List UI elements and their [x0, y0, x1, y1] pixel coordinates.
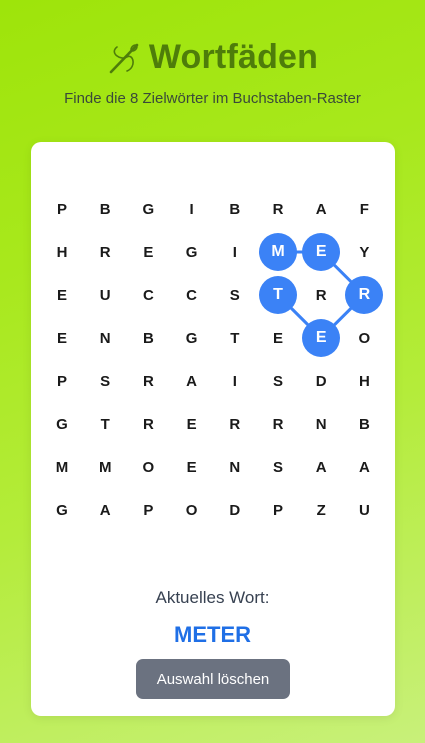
letter-cell[interactable]: P: [43, 362, 81, 400]
letter-cell[interactable]: M: [86, 448, 124, 486]
letter-cell[interactable]: T: [259, 276, 297, 314]
letter-cell[interactable]: E: [302, 319, 341, 357]
letter-cell[interactable]: N: [216, 448, 254, 486]
letter-cell[interactable]: S: [259, 362, 297, 400]
letter-cell[interactable]: P: [43, 190, 81, 228]
letter-cell[interactable]: R: [259, 405, 297, 443]
letter-cell[interactable]: E: [259, 319, 297, 357]
letter-cell[interactable]: M: [259, 233, 297, 271]
clear-selection-button[interactable]: Auswahl löschen: [136, 659, 290, 699]
letter-cell[interactable]: G: [173, 233, 211, 271]
letter-cell[interactable]: B: [86, 190, 124, 228]
letter-cell[interactable]: O: [173, 491, 211, 529]
letter-cell[interactable]: A: [173, 362, 211, 400]
letter-cell[interactable]: A: [86, 491, 124, 529]
letter-cell[interactable]: E: [173, 448, 211, 486]
current-word: METER: [174, 622, 251, 647]
letter-cell[interactable]: E: [43, 319, 81, 357]
letter-cell[interactable]: G: [43, 491, 81, 529]
letter-cell[interactable]: E: [43, 276, 81, 314]
letter-cell[interactable]: T: [86, 405, 124, 443]
letter-cell[interactable]: I: [173, 190, 211, 228]
letter-cell[interactable]: G: [173, 319, 211, 357]
letter-cell[interactable]: S: [259, 448, 297, 486]
letter-cell[interactable]: I: [216, 362, 254, 400]
letter-cell[interactable]: R: [216, 405, 254, 443]
letter-cell[interactable]: P: [259, 491, 297, 529]
title-row: Wortfäden: [0, 38, 425, 77]
letter-cell[interactable]: T: [216, 319, 254, 357]
letter-cell[interactable]: N: [302, 405, 340, 443]
letter-cell[interactable]: A: [302, 448, 340, 486]
letter-cell[interactable]: S: [216, 276, 254, 314]
letter-cell[interactable]: C: [173, 276, 211, 314]
letter-cell[interactable]: A: [302, 190, 340, 228]
letter-cell[interactable]: D: [302, 362, 340, 400]
page-title: Wortfäden: [148, 38, 319, 76]
letter-cell[interactable]: B: [216, 190, 254, 228]
page-subtitle: Finde die 8 Zielwörter im Buchstaben-Ras…: [64, 90, 361, 107]
letter-cell[interactable]: M: [43, 448, 81, 486]
needle-thread-icon: [109, 43, 139, 73]
letter-cell[interactable]: S: [86, 362, 124, 400]
letter-cell[interactable]: R: [86, 233, 124, 271]
letter-cell[interactable]: N: [86, 319, 124, 357]
current-word-label: Aktuelles Wort:: [155, 588, 270, 607]
letter-cell[interactable]: U: [86, 276, 124, 314]
letter-cell[interactable]: D: [216, 491, 254, 529]
letter-cell[interactable]: R: [302, 276, 340, 314]
letter-cell[interactable]: I: [216, 233, 254, 271]
letter-cell[interactable]: Z: [302, 491, 340, 529]
letter-cell[interactable]: G: [43, 405, 81, 443]
letter-cell[interactable]: E: [302, 233, 341, 271]
letter-cell[interactable]: E: [173, 405, 211, 443]
letter-cell[interactable]: R: [259, 190, 297, 228]
letter-cell[interactable]: H: [43, 233, 81, 271]
